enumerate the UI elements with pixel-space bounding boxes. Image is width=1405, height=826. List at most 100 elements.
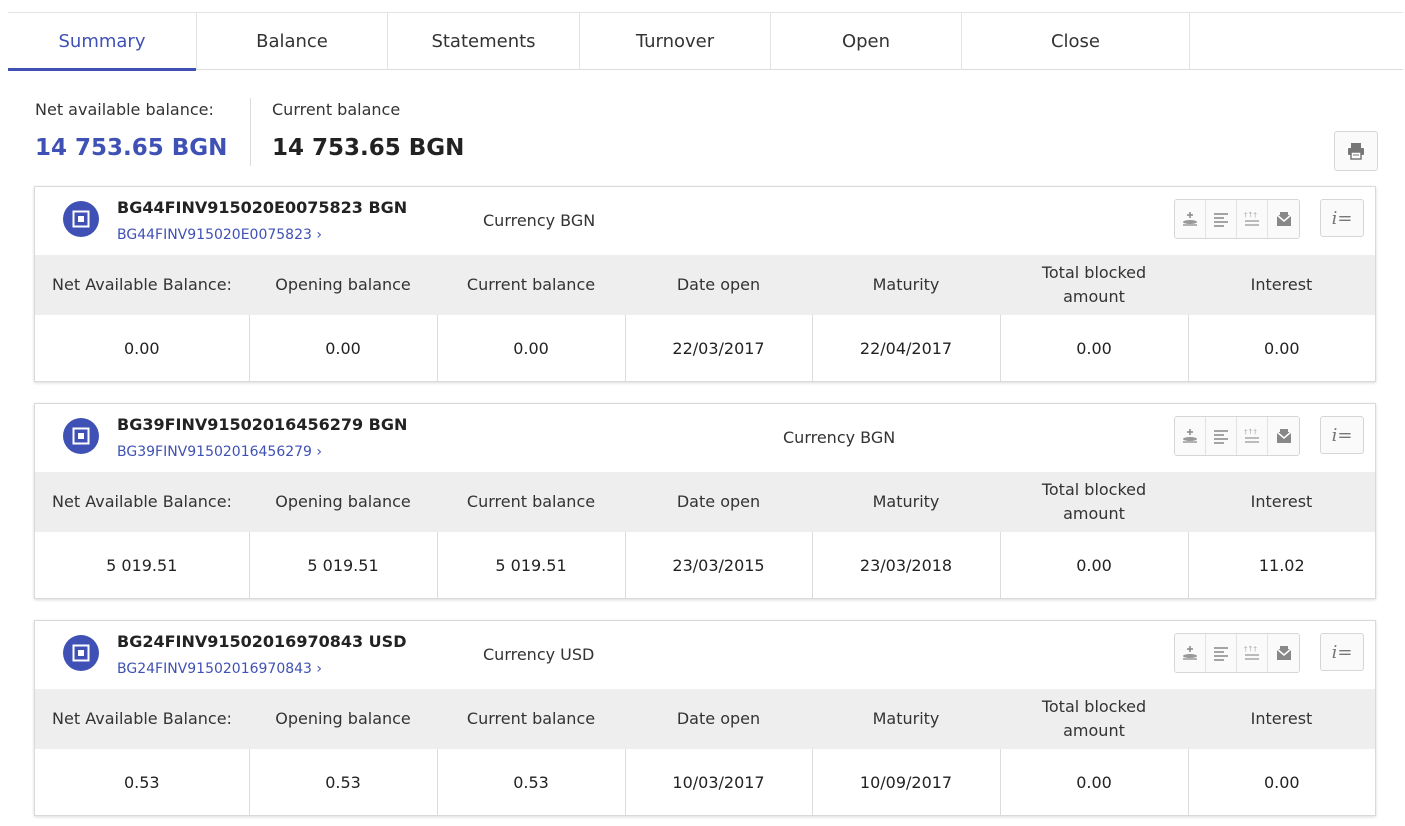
net-available-value: 14 753.65 BGN xyxy=(35,135,228,161)
account-title: BG44FINV915020E0075823 BGN xyxy=(117,198,408,217)
current-balance-cell: 5 019.51 xyxy=(437,532,626,598)
table-header-row: Net Available Balance: Opening balance C… xyxy=(35,472,1375,532)
tab-summary[interactable]: Summary xyxy=(8,13,197,71)
column-header: Opening balance xyxy=(249,255,437,315)
balance-divider xyxy=(250,98,251,166)
column-header: Maturity xyxy=(812,255,1000,315)
net-available-balance: Net available balance: 14 753.65 BGN xyxy=(35,100,227,161)
tab-open[interactable]: Open xyxy=(771,13,962,70)
column-header: Maturity xyxy=(812,689,1000,749)
svg-text:†↑†: †↑† xyxy=(1244,428,1257,436)
account-title: BG39FINV91502016456279 BGN xyxy=(117,415,408,434)
account-card: BG24FINV91502016970843 USD BG24FINV91502… xyxy=(34,620,1376,816)
account-currency: Currency BGN xyxy=(483,211,596,230)
column-header: Current balance xyxy=(437,255,625,315)
svg-text:†↑†: †↑† xyxy=(1244,211,1257,219)
tab-empty xyxy=(1190,13,1403,70)
print-icon xyxy=(1348,143,1364,160)
account-currency: Currency USD xyxy=(483,645,595,664)
column-header: Total blocked amount xyxy=(1000,472,1188,532)
net-available-cell: 0.00 xyxy=(35,315,250,381)
safe-icon xyxy=(63,418,99,454)
list-icon[interactable] xyxy=(1206,634,1237,672)
account-card: BG39FINV91502016456279 BGN BG39FINV91502… xyxy=(34,403,1376,599)
maturity-cell: 22/04/2017 xyxy=(812,315,1001,381)
opening-balance-cell: 5 019.51 xyxy=(249,532,438,598)
current-balance: Current balance 14 753.65 BGN xyxy=(272,100,464,161)
column-header: Date open xyxy=(625,689,812,749)
account-actions: †↑† i= xyxy=(1174,633,1364,673)
column-header: Total blocked amount xyxy=(1000,255,1188,315)
net-available-cell: 0.53 xyxy=(35,749,250,815)
tab-balance[interactable]: Balance xyxy=(197,13,388,70)
blocked-amount-cell: 0.00 xyxy=(1000,749,1189,815)
table-row: 0.00 0.00 0.00 22/03/2017 22/04/2017 0.0… xyxy=(35,315,1375,381)
info-list-icon[interactable]: i= xyxy=(1320,416,1364,454)
deposit-icon[interactable] xyxy=(1175,200,1206,238)
current-balance-value: 14 753.65 BGN xyxy=(272,135,465,161)
column-header: Net Available Balance: xyxy=(35,255,249,315)
tab-turnover[interactable]: Turnover xyxy=(580,13,771,70)
net-available-cell: 5 019.51 xyxy=(35,532,250,598)
account-card: BG44FINV915020E0075823 BGN BG44FINV91502… xyxy=(34,186,1376,382)
opening-balance-cell: 0.00 xyxy=(249,315,438,381)
mail-icon[interactable] xyxy=(1268,200,1299,238)
table-header-row: Net Available Balance: Opening balance C… xyxy=(35,689,1375,749)
column-header: Interest xyxy=(1188,255,1375,315)
transfer-icon[interactable]: †↑† xyxy=(1237,200,1268,238)
account-actions: †↑† i= xyxy=(1174,416,1364,456)
list-icon[interactable] xyxy=(1206,200,1237,238)
svg-text:†↑†: †↑† xyxy=(1244,645,1257,653)
transfer-icon[interactable]: †↑† xyxy=(1237,634,1268,672)
column-header: Current balance xyxy=(437,689,625,749)
column-header: Maturity xyxy=(812,472,1000,532)
account-title: BG24FINV91502016970843 USD xyxy=(117,632,407,651)
tab-close[interactable]: Close xyxy=(962,13,1190,70)
maturity-cell: 10/09/2017 xyxy=(812,749,1001,815)
date-open-cell: 22/03/2017 xyxy=(625,315,813,381)
account-link[interactable]: BG44FINV915020E0075823 › xyxy=(117,227,322,243)
deposit-icon[interactable] xyxy=(1175,634,1206,672)
blocked-amount-cell: 0.00 xyxy=(1000,315,1189,381)
column-header: Total blocked amount xyxy=(1000,689,1188,749)
table-row: 0.53 0.53 0.53 10/03/2017 10/09/2017 0.0… xyxy=(35,749,1375,815)
current-balance-label: Current balance xyxy=(272,100,401,119)
tab-bar: Summary Balance Statements Turnover Open… xyxy=(8,12,1403,71)
opening-balance-cell: 0.53 xyxy=(249,749,438,815)
column-header: Opening balance xyxy=(249,472,437,532)
column-header: Net Available Balance: xyxy=(35,472,249,532)
column-header: Interest xyxy=(1188,472,1375,532)
mail-icon[interactable] xyxy=(1268,417,1299,455)
info-list-icon[interactable]: i= xyxy=(1320,633,1364,671)
info-list-icon[interactable]: i= xyxy=(1320,199,1364,237)
column-header: Current balance xyxy=(437,472,625,532)
column-header: Date open xyxy=(625,255,812,315)
account-table: Net Available Balance: Opening balance C… xyxy=(35,255,1375,381)
account-link[interactable]: BG24FINV91502016970843 › xyxy=(117,661,322,677)
current-balance-cell: 0.00 xyxy=(437,315,626,381)
safe-icon xyxy=(63,201,99,237)
column-header: Opening balance xyxy=(249,689,437,749)
account-table: Net Available Balance: Opening balance C… xyxy=(35,472,1375,598)
account-currency: Currency BGN xyxy=(783,428,896,447)
list-icon[interactable] xyxy=(1206,417,1237,455)
print-button[interactable] xyxy=(1334,131,1378,171)
interest-cell: 0.00 xyxy=(1263,772,1300,792)
net-available-label: Net available balance: xyxy=(35,100,214,119)
account-link[interactable]: BG39FINV91502016456279 › xyxy=(117,444,322,460)
interest-cell: 11.02 xyxy=(1258,555,1305,575)
column-header: Net Available Balance: xyxy=(35,689,249,749)
table-row: 5 019.51 5 019.51 5 019.51 23/03/2015 23… xyxy=(35,532,1375,598)
transfer-icon[interactable]: †↑† xyxy=(1237,417,1268,455)
maturity-cell: 23/03/2018 xyxy=(812,532,1001,598)
tab-statements[interactable]: Statements xyxy=(388,13,580,70)
account-actions: †↑† i= xyxy=(1174,199,1364,239)
mail-icon[interactable] xyxy=(1268,634,1299,672)
column-header: Date open xyxy=(625,472,812,532)
deposit-icon[interactable] xyxy=(1175,417,1206,455)
date-open-cell: 23/03/2015 xyxy=(625,532,813,598)
current-balance-cell: 0.53 xyxy=(437,749,626,815)
date-open-cell: 10/03/2017 xyxy=(625,749,813,815)
safe-icon xyxy=(63,635,99,671)
table-header-row: Net Available Balance: Opening balance C… xyxy=(35,255,1375,315)
